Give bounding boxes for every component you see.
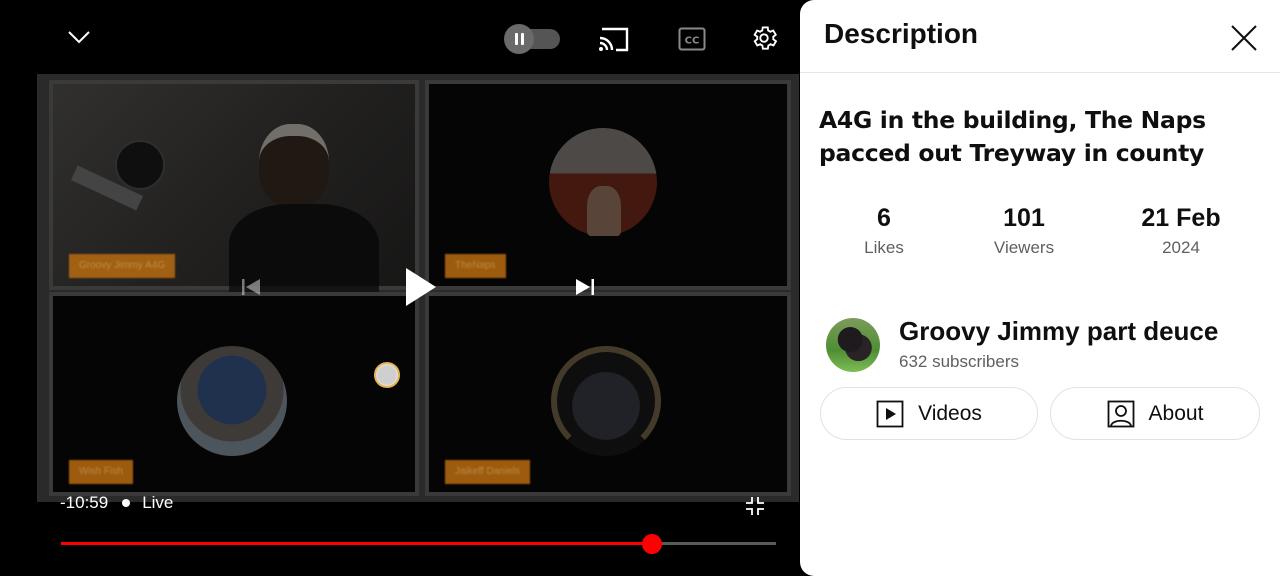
skip-previous-icon xyxy=(242,279,260,295)
pause-icon xyxy=(504,24,534,54)
exit-fullscreen-button[interactable] xyxy=(742,494,768,518)
person-icon xyxy=(1107,400,1134,427)
next-button[interactable] xyxy=(570,272,600,302)
close-button[interactable] xyxy=(1228,22,1260,54)
minimize-button[interactable] xyxy=(62,20,96,54)
progress-scrubber[interactable] xyxy=(642,534,663,554)
stat-label: Viewers xyxy=(993,238,1055,257)
participant-name-tag: Wish Fish xyxy=(69,460,133,484)
stat-value: 6 xyxy=(877,204,891,232)
play-icon xyxy=(406,268,436,306)
cast-icon xyxy=(599,27,629,52)
stat-label: 2024 xyxy=(1162,238,1200,257)
videos-button[interactable]: Videos xyxy=(820,387,1038,440)
video-title: A4G in the building, The Naps pacced out… xyxy=(819,106,1206,167)
skip-next-icon xyxy=(576,279,594,295)
live-badge[interactable]: Live xyxy=(142,493,173,513)
settings-button[interactable] xyxy=(746,20,782,56)
description-panel: Description A4G in the building, The Nap… xyxy=(800,0,1280,576)
video-tile-guest: Jaikeff Daniels xyxy=(425,292,791,496)
channel-name[interactable]: Groovy Jimmy part deuce xyxy=(899,316,1218,347)
previous-button[interactable] xyxy=(236,272,266,302)
stat-date: 21 Feb 2024 xyxy=(1111,200,1251,260)
stat-likes: 6 Likes xyxy=(814,200,954,260)
about-button[interactable]: About xyxy=(1050,387,1260,440)
cast-button[interactable] xyxy=(594,22,632,56)
captions-icon: CC xyxy=(678,27,706,51)
about-label: About xyxy=(1148,401,1204,425)
close-icon xyxy=(1231,25,1257,51)
participant-name-tag: TheNaps xyxy=(445,254,506,278)
dot-separator xyxy=(122,499,131,507)
svg-text:CC: CC xyxy=(685,36,700,47)
floating-touch-indicator[interactable] xyxy=(374,362,400,388)
gear-icon xyxy=(753,26,778,50)
videos-label: Videos xyxy=(918,401,982,425)
video-tile-guest: TheNaps xyxy=(425,80,791,290)
video-player[interactable]: Groovy Jimmy A4G TheNaps Wish Fish Jaike… xyxy=(0,0,800,576)
video-icon xyxy=(876,400,904,427)
channel-row[interactable]: Groovy Jimmy part deuce 632 subscribers xyxy=(824,316,1264,376)
participant-name-tag: Jaikeff Daniels xyxy=(445,460,530,484)
exit-fullscreen-icon xyxy=(746,497,764,515)
video-tile-host: Groovy Jimmy A4G xyxy=(49,80,419,304)
time-remaining: -10:59 xyxy=(60,493,109,512)
panel-title: Description xyxy=(824,18,979,49)
subscriber-count: 632 subscribers xyxy=(899,352,1020,371)
channel-avatar[interactable] xyxy=(826,318,880,372)
autoplay-toggle[interactable] xyxy=(504,24,560,54)
chevron-down-icon xyxy=(68,31,90,44)
play-button[interactable] xyxy=(396,262,446,312)
video-tile-guest: Wish Fish xyxy=(49,292,419,496)
stat-label: Likes xyxy=(864,238,904,257)
panel-header: Description xyxy=(800,0,1280,73)
stat-value: 101 xyxy=(1003,204,1045,232)
stat-viewers: 101 Viewers xyxy=(954,200,1094,260)
time-display: -10:59 Live xyxy=(60,493,173,513)
participant-name-tag: Groovy Jimmy A4G xyxy=(69,254,176,278)
progress-played xyxy=(61,542,653,545)
progress-bar[interactable] xyxy=(61,532,776,556)
captions-button[interactable]: CC xyxy=(674,22,710,56)
stat-value: 21 Feb xyxy=(1141,204,1221,232)
